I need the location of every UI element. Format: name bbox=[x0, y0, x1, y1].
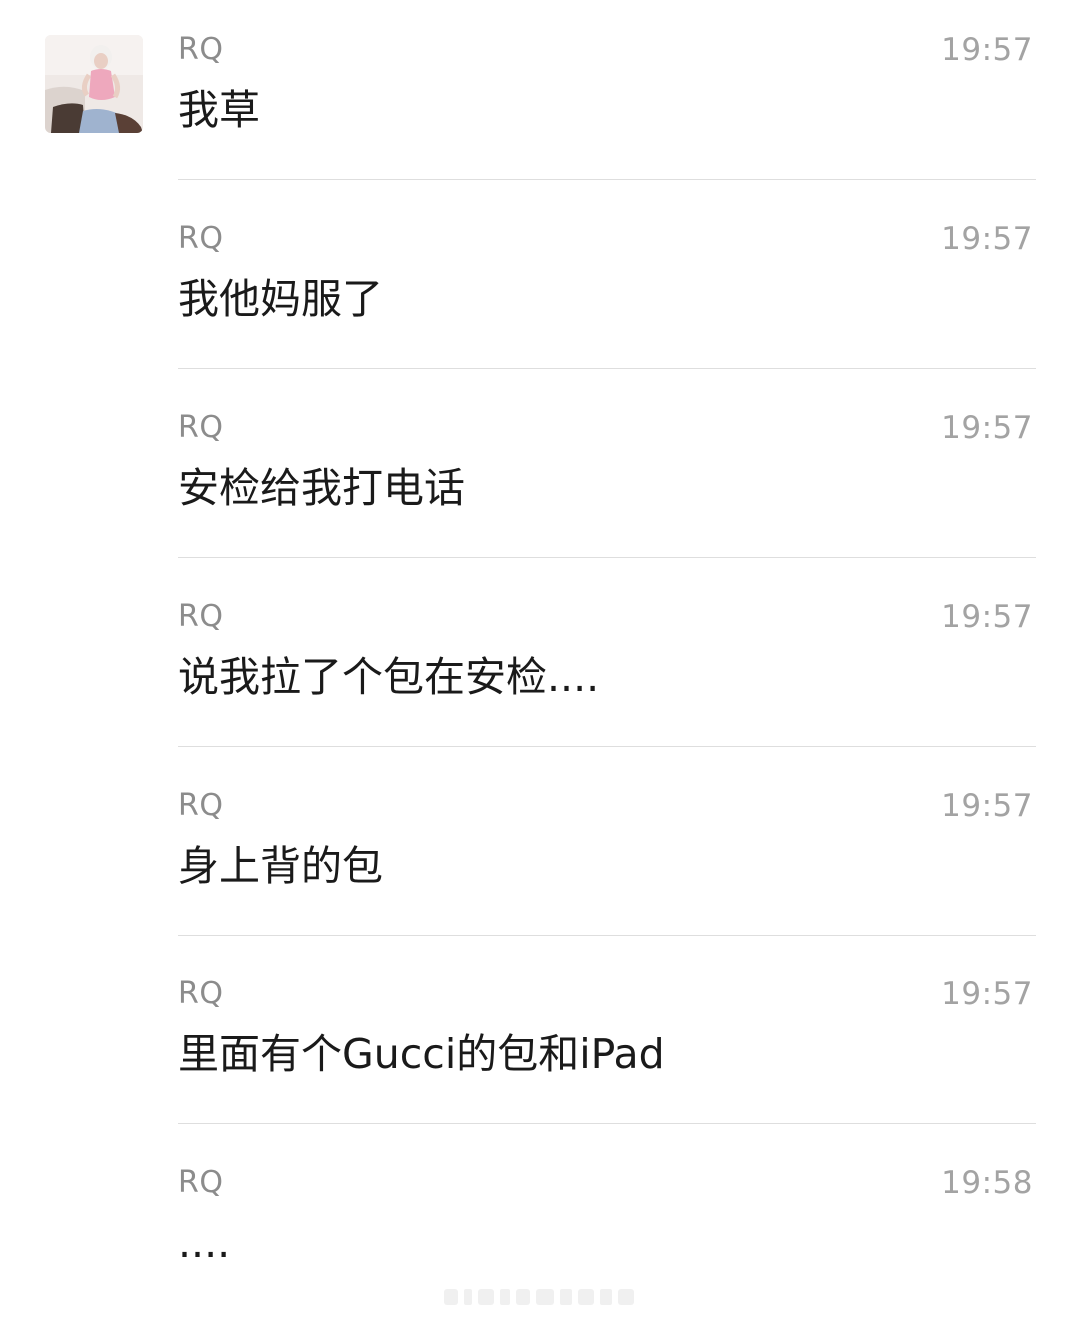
message-text: 说我拉了个包在安检.... bbox=[178, 653, 600, 701]
message-time: 19:57 bbox=[941, 221, 1033, 257]
message-item[interactable]: RQ 19:58 .... bbox=[178, 1166, 1036, 1286]
message-item[interactable]: RQ 19:57 说我拉了个包在安检.... bbox=[178, 600, 1036, 789]
message-time: 19:57 bbox=[941, 32, 1033, 68]
message-time: 19:58 bbox=[941, 1165, 1033, 1201]
divider bbox=[178, 1123, 1036, 1124]
message-time: 19:57 bbox=[941, 976, 1033, 1012]
divider bbox=[178, 179, 1036, 180]
message-text: 安检给我打电话 bbox=[178, 464, 465, 512]
message-text: 我他妈服了 bbox=[178, 275, 383, 323]
message-text: 我草 bbox=[178, 86, 260, 134]
watermark-icon bbox=[444, 1289, 634, 1305]
message-item[interactable]: RQ 19:57 里面有个Gucci的包和iPad bbox=[178, 977, 1036, 1166]
message-item[interactable]: RQ 19:57 我草 bbox=[178, 33, 1036, 222]
sender-name: RQ bbox=[178, 221, 224, 256]
divider bbox=[178, 368, 1036, 369]
sender-name: RQ bbox=[178, 788, 224, 823]
message-text: 身上背的包 bbox=[178, 842, 383, 890]
message-time: 19:57 bbox=[941, 410, 1033, 446]
sender-name: RQ bbox=[178, 976, 224, 1011]
divider bbox=[178, 746, 1036, 747]
sender-name: RQ bbox=[178, 1165, 224, 1200]
sender-name: RQ bbox=[178, 410, 224, 445]
message-text: .... bbox=[178, 1219, 231, 1267]
message-time: 19:57 bbox=[941, 599, 1033, 635]
message-item[interactable]: RQ 19:57 身上背的包 bbox=[178, 789, 1036, 978]
sender-name: RQ bbox=[178, 599, 224, 634]
chat-message-list: RQ 19:57 我草 RQ 19:57 我他妈服了 RQ 19:57 安检给我… bbox=[0, 0, 1080, 1318]
avatar[interactable] bbox=[45, 35, 143, 133]
sender-name: RQ bbox=[178, 32, 224, 67]
message-time: 19:57 bbox=[941, 788, 1033, 824]
message-item[interactable]: RQ 19:57 我他妈服了 bbox=[178, 222, 1036, 411]
divider bbox=[178, 935, 1036, 936]
message-text: 里面有个Gucci的包和iPad bbox=[178, 1030, 665, 1078]
message-item[interactable]: RQ 19:57 安检给我打电话 bbox=[178, 411, 1036, 600]
user-avatar-photo-icon bbox=[45, 35, 143, 133]
divider bbox=[178, 557, 1036, 558]
